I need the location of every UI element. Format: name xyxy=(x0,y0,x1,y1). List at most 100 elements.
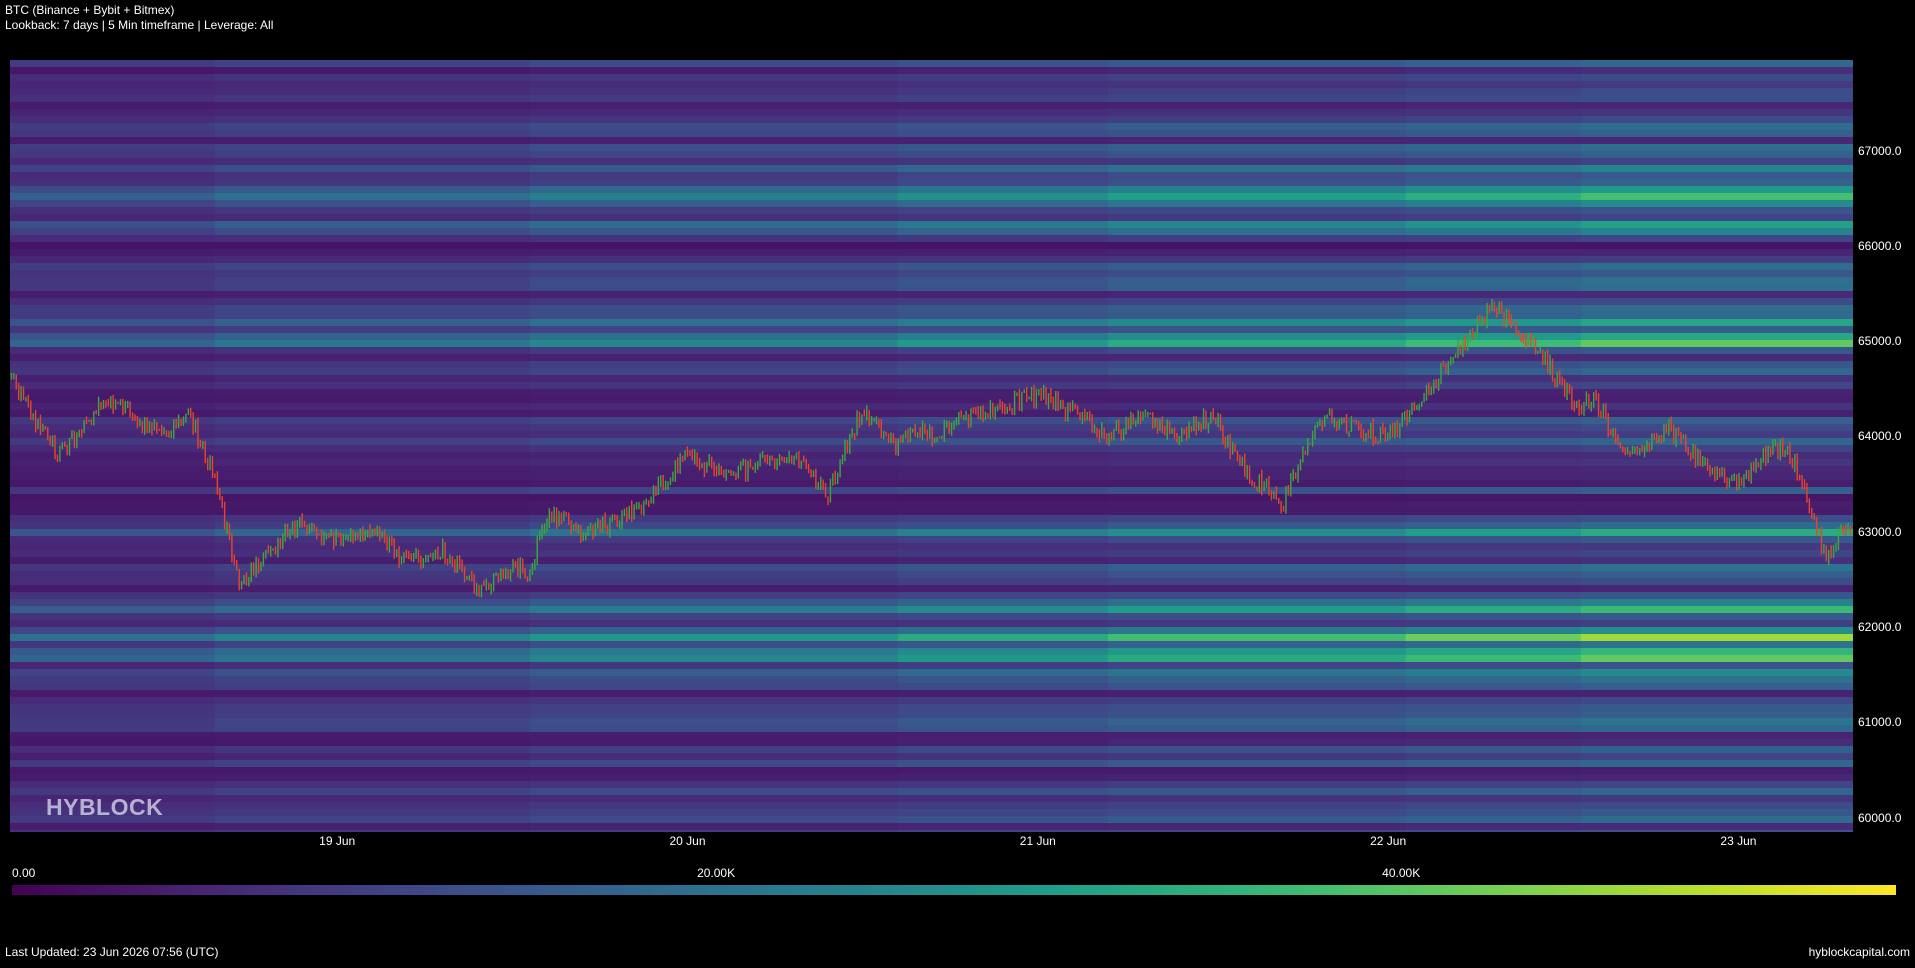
heatmap-cell xyxy=(1405,410,1582,418)
heatmap-cell xyxy=(1405,221,1582,229)
heatmap-cell xyxy=(1107,270,1407,278)
heatmap-cell xyxy=(897,522,1109,530)
heatmap-cell xyxy=(529,361,899,369)
heatmap-cell xyxy=(1405,550,1582,558)
heatmap-cell xyxy=(1405,774,1582,782)
heatmap-cell xyxy=(897,256,1109,264)
heatmap-cell xyxy=(1107,375,1407,383)
heatmap-cell xyxy=(1107,158,1407,166)
heatmap-cell xyxy=(1405,802,1582,810)
heatmap-cell xyxy=(10,585,216,593)
heatmap-cell xyxy=(897,186,1109,194)
heatmap-cell xyxy=(897,641,1109,649)
heatmap-cell xyxy=(897,305,1109,313)
heatmap-cell xyxy=(1107,95,1407,103)
heatmap-cell xyxy=(214,641,531,649)
heatmap-cell xyxy=(1580,641,1853,649)
heatmap-cell xyxy=(1405,347,1582,355)
heatmap-cell xyxy=(214,270,531,278)
heatmap-cell xyxy=(1580,599,1853,607)
heatmap-cell xyxy=(1405,249,1582,257)
heatmap-cell xyxy=(1580,312,1853,320)
heatmap-cell xyxy=(1580,319,1853,327)
heatmap-cell xyxy=(214,431,531,439)
heatmap-cell xyxy=(897,473,1109,481)
heatmap-cell xyxy=(897,767,1109,775)
heatmap-cell xyxy=(1405,312,1582,320)
heatmap-cell xyxy=(897,284,1109,292)
heatmap-cell xyxy=(1405,620,1582,628)
heatmap-cell xyxy=(10,200,216,208)
heatmap-cell xyxy=(529,578,899,586)
heatmap-cell xyxy=(1107,718,1407,726)
heatmap-cell xyxy=(1405,445,1582,453)
heatmap-cell xyxy=(1405,557,1582,565)
heatmap-cell xyxy=(897,354,1109,362)
heatmap-cell xyxy=(897,347,1109,355)
heatmap-cell xyxy=(529,235,899,243)
heatmap-cell xyxy=(10,298,216,306)
heatmap-cell xyxy=(897,774,1109,782)
heatmap-cell xyxy=(1405,662,1582,670)
heatmap-cell xyxy=(529,354,899,362)
heatmap-cell xyxy=(10,718,216,726)
heatmap-cell xyxy=(529,228,899,236)
heatmap-cell xyxy=(529,655,899,663)
heatmap-cell xyxy=(897,74,1109,82)
heatmap-cell xyxy=(214,424,531,432)
heatmap-cell xyxy=(897,340,1109,348)
heatmap-cell xyxy=(1107,522,1407,530)
heatmap-cell xyxy=(214,543,531,551)
heatmap-cell xyxy=(529,704,899,712)
heatmap-cell xyxy=(897,487,1109,495)
heatmap-cell xyxy=(10,683,216,691)
heatmap-cell xyxy=(214,60,531,68)
heatmap-cell xyxy=(897,508,1109,516)
heatmap-cell xyxy=(1107,347,1407,355)
site-link[interactable]: hyblockcapital.com xyxy=(1809,945,1910,959)
heatmap-cell xyxy=(529,788,899,796)
heatmap-cell xyxy=(529,494,899,502)
heatmap-cell xyxy=(1405,137,1582,145)
heatmap-cell xyxy=(1580,459,1853,467)
heatmap-cell xyxy=(1405,151,1582,159)
heatmap-cell xyxy=(214,263,531,271)
heatmap-cell xyxy=(529,81,899,89)
y-tick-label: 60000.0 xyxy=(1858,810,1902,825)
heatmap-cell xyxy=(214,88,531,96)
heatmap-cell xyxy=(1405,326,1582,334)
heatmap-cell xyxy=(1107,788,1407,796)
heatmap-cell xyxy=(214,550,531,558)
heatmap-cell xyxy=(529,515,899,523)
heatmap-cell xyxy=(1107,116,1407,124)
heatmap-cell xyxy=(10,676,216,684)
heatmap-cell xyxy=(214,74,531,82)
heatmap-cell xyxy=(10,375,216,383)
heatmap-cell xyxy=(10,634,216,642)
heatmap-cell xyxy=(1107,256,1407,264)
heatmap-cell xyxy=(10,242,216,250)
heatmap-cell xyxy=(214,592,531,600)
heatmap-cell xyxy=(897,228,1109,236)
heatmap-cell xyxy=(1405,480,1582,488)
heatmap-cell xyxy=(897,788,1109,796)
heatmap-cell xyxy=(10,746,216,754)
heatmap-cell xyxy=(214,284,531,292)
heatmap-cell xyxy=(1580,795,1853,803)
heatmap-cell xyxy=(1405,256,1582,264)
heatmap-cell xyxy=(1405,760,1582,768)
heatmap-cell xyxy=(529,284,899,292)
heatmap-cell xyxy=(1405,739,1582,747)
heatmap-cell xyxy=(10,781,216,789)
heatmap-cell xyxy=(529,95,899,103)
heatmap-cell xyxy=(214,557,531,565)
heatmap-cell xyxy=(529,585,899,593)
heatmap-cell xyxy=(897,578,1109,586)
heatmap-cell xyxy=(10,144,216,152)
heatmap-cell xyxy=(897,704,1109,712)
heatmap-cell xyxy=(214,221,531,229)
heatmap-cell xyxy=(529,823,899,831)
heatmap-cell xyxy=(1580,767,1853,775)
liquidation-heatmap[interactable] xyxy=(10,60,1853,832)
heatmap-cell xyxy=(1107,123,1407,131)
